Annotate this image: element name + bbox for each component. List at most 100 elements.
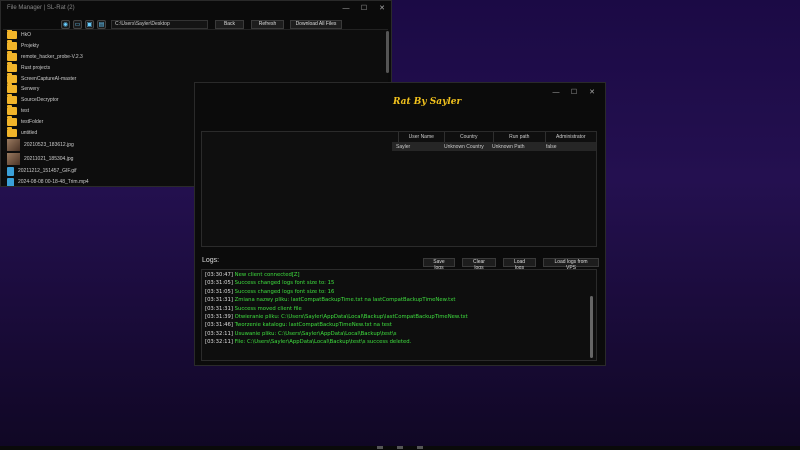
folder-icon (7, 104, 17, 115)
log-timestamp: [03:32:11] (205, 339, 233, 346)
minimize-icon[interactable]: — (547, 89, 565, 96)
maximize-icon[interactable]: ☐ (565, 88, 583, 96)
document-icon[interactable]: ▤ (97, 19, 106, 29)
log-line: [03:32:11] File: C:\Users\Sayler\AppData… (205, 338, 593, 346)
grid-header: User Name Country Run path Administrator (398, 132, 596, 142)
log-line: [03:30:47] New client connected[Z] (205, 271, 593, 279)
log-timestamp: [03:31:39] (205, 314, 233, 321)
file-name: Projekty (21, 43, 40, 50)
close-icon[interactable]: ✕ (373, 4, 391, 12)
folder-icon (7, 83, 17, 94)
log-timestamp: [03:31:46] (205, 322, 233, 329)
log-message: Otwieranie pliku: C:\Users\Sayler\AppDat… (234, 314, 468, 321)
log-line: [03:31:05] Success changed logs font siz… (205, 288, 593, 296)
log-timestamp: [03:32:11] (205, 330, 233, 337)
logs-scrollbar[interactable] (590, 296, 593, 358)
file-list-item[interactable]: HkO (3, 30, 388, 41)
folder-icon (7, 61, 17, 72)
file-name: 20211212_151457_GIF.gif (18, 168, 77, 175)
save-logs-button[interactable]: Save logs (423, 258, 455, 271)
log-message: File: C:\Users\Sayler\AppData\Local\Back… (234, 339, 412, 346)
column-header[interactable]: Country (443, 132, 494, 142)
folder-icon (7, 126, 17, 137)
folder-icon (7, 30, 17, 40)
log-timestamp: [03:31:31] (205, 305, 233, 312)
log-message: Zmiana nazwy pliku: lastCompatBackupTime… (234, 297, 456, 304)
cell-user: Sayler (396, 143, 411, 150)
log-line: [03:31:39] Otwieranie pliku: C:\Users\Sa… (205, 313, 593, 321)
folder-icon (7, 72, 17, 83)
cell-country: Unknown Country (444, 143, 484, 150)
monitor-icon[interactable]: ▭ (73, 19, 82, 29)
log-message: Success changed logs font size to: 16 (234, 288, 335, 295)
back-button[interactable]: Back (215, 19, 244, 29)
log-line: [03:31:05] Success changed logs font siz… (205, 279, 593, 287)
log-timestamp: [03:30:47] (205, 272, 233, 278)
log-line: [03:32:11] Usuwanie pliku: C:\Users\Sayl… (205, 330, 593, 338)
column-header[interactable]: Run path (493, 132, 544, 142)
log-line: [03:31:31] Zmiana nazwy pliku: lastCompa… (205, 296, 593, 304)
log-message: Success changed logs font size to: 15 (234, 280, 335, 287)
file-list-item[interactable]: Rust projects (3, 61, 388, 73)
folder-icon (7, 40, 17, 51)
file-icon (7, 166, 14, 176)
log-line: [03:31:46] Tworzenie katalogu: lastCompa… (205, 321, 593, 329)
file-name: HkO (21, 32, 31, 39)
rat-window: — ☐ ✕ Rat By Sayler User Name Country Ru… (194, 82, 606, 366)
log-message: Tworzenie katalogu: lastCompatBackupTime… (234, 322, 392, 329)
logs-box[interactable]: [03:30:47] New client connected[Z] [03:31… (201, 269, 597, 361)
clients-grid: User Name Country Run path Administrator… (201, 131, 597, 247)
clear-logs-button[interactable]: Clear logs (462, 258, 496, 271)
log-message: New client connected[Z] (234, 272, 300, 278)
image-thumbnail (7, 152, 20, 165)
taskbar (0, 446, 800, 450)
load-logs-vps-button[interactable]: Load logs from VPS (543, 258, 599, 271)
image-thumbnail (7, 138, 20, 151)
taskbar-item[interactable] (417, 446, 423, 449)
device-icon[interactable]: ▣ (85, 19, 94, 29)
fm-scrollbar[interactable] (386, 31, 389, 73)
download-all-button[interactable]: Download All Files (290, 19, 342, 29)
log-timestamp: [03:31:05] (205, 288, 233, 295)
file-name: remote_hacker_probe-V.2.3 (21, 53, 83, 60)
file-name: Rust projects (21, 64, 51, 71)
log-line: [03:31:31] Success moved client file (205, 305, 593, 313)
folder-icon (7, 115, 17, 126)
file-name: test (21, 107, 30, 114)
file-name: untitled (21, 129, 38, 136)
log-timestamp: [03:31:31] (205, 297, 233, 304)
minimize-icon[interactable]: — (337, 5, 355, 12)
log-buttons: Save logs Clear logs Load logs Load logs… (423, 258, 599, 271)
log-message: Usuwanie pliku: C:\Users\Sayler\AppData\… (234, 330, 397, 337)
file-icon (7, 177, 14, 186)
fm-titlebar: File Manager | SL-Rat (2) — ☐ ✕ (1, 1, 391, 15)
taskbar-item[interactable] (377, 446, 383, 449)
file-name: testFolder (21, 118, 44, 125)
folder-icon (7, 94, 17, 105)
cell-admin: false (546, 143, 557, 150)
column-header[interactable]: Administrator (544, 132, 596, 142)
close-icon[interactable]: ✕ (583, 88, 601, 96)
path-input[interactable] (111, 19, 208, 29)
file-name: 20211021_185304.jpg (24, 155, 74, 162)
cell-run-path: Unknown Path (492, 143, 525, 150)
load-logs-button[interactable]: Load logs (503, 258, 536, 271)
client-row[interactable]: Sayler Unknown Country Unknown Path fals… (392, 142, 596, 151)
file-name: 20210523_183612.jpg (24, 141, 74, 148)
log-timestamp: [03:31:05] (205, 280, 233, 287)
taskbar-item[interactable] (397, 446, 403, 449)
file-name: 2024-08-08 00-18-48_Trim.mp4 (18, 179, 89, 186)
file-list-item[interactable]: Projekty (3, 40, 388, 52)
refresh-button[interactable]: Refresh (251, 19, 284, 29)
file-list-item[interactable]: remote_hacker_probe-V.2.3 (3, 50, 388, 63)
fm-title: File Manager | SL-Rat (2) (7, 5, 75, 11)
maximize-icon[interactable]: ☐ (355, 4, 373, 12)
file-name: ScreenCaptureAI-master (21, 75, 77, 82)
column-header[interactable]: User Name (398, 132, 444, 142)
folder-icon (7, 50, 17, 61)
file-name: SourceDecryptor (21, 97, 59, 104)
file-name: Serwery (21, 86, 40, 93)
screenshot-icon[interactable]: ◉ (61, 19, 70, 29)
app-title: Rat By Sayler (393, 97, 462, 107)
logs-label: Logs: (202, 257, 220, 264)
